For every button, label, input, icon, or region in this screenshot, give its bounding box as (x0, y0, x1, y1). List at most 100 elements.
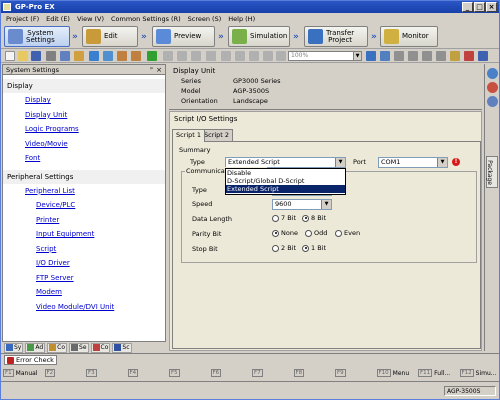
preview-button[interactable]: Preview (152, 26, 215, 47)
help-icon[interactable] (478, 51, 488, 61)
tab-common-settings[interactable]: Co (47, 342, 68, 353)
radio-2-bit[interactable]: 2 Bit (272, 244, 296, 252)
radio-even[interactable]: Even (335, 229, 360, 237)
link-peripheral-list[interactable]: Peripheral List (3, 184, 165, 199)
parts-icon[interactable] (487, 96, 498, 107)
simulation-button[interactable]: Simulation (228, 26, 290, 47)
tab-search[interactable]: Se (69, 342, 89, 353)
screen-list-icon[interactable] (366, 51, 376, 61)
fkey-f1[interactable]: F1 Manual (1, 369, 43, 377)
paste-disabled-icon (191, 51, 201, 61)
minimize-button[interactable]: _ (462, 2, 473, 12)
menu-help[interactable]: Help (H) (228, 15, 255, 23)
tab-address[interactable]: Ad (25, 342, 46, 353)
radio-circle (272, 229, 279, 237)
radio-8-bit[interactable]: 8 Bit (302, 214, 326, 222)
menu-view[interactable]: View (V) (77, 15, 104, 23)
delete-disabled-icon (206, 51, 216, 61)
system-settings-button[interactable]: System Settings (4, 26, 70, 47)
close-button[interactable]: × (486, 2, 497, 12)
address-icon[interactable] (436, 51, 446, 61)
link-modem[interactable]: Modem (3, 285, 165, 300)
snap-icon[interactable] (408, 51, 418, 61)
speed-value: 9600 (275, 200, 292, 208)
label-icon[interactable] (450, 51, 460, 61)
fkey-label: Menu (392, 369, 410, 377)
speed-select[interactable]: 9600 ▼ (272, 199, 332, 210)
radio-label: Even (344, 229, 361, 237)
port-label: Port (353, 158, 366, 166)
redo-icon[interactable] (131, 51, 141, 61)
preview-icon (156, 29, 171, 44)
check-icon[interactable] (147, 51, 157, 61)
main-area: Display Unit Series GP3000 Series Model … (169, 64, 482, 351)
radio-label: 1 Bit (311, 244, 327, 252)
tab-cross-reference[interactable]: Co (90, 342, 111, 353)
cut-icon[interactable] (89, 51, 99, 61)
undo-icon[interactable] (117, 51, 127, 61)
link-io-driver[interactable]: I/O Driver (3, 256, 165, 271)
new-icon[interactable] (5, 51, 15, 61)
workflow-label: Preview (174, 32, 202, 40)
tab-system-settings[interactable]: Sy (4, 342, 24, 353)
fkey-f11[interactable]: F11 Full... (416, 369, 458, 377)
menu-edit[interactable]: Edit (E) (46, 15, 70, 23)
grid-icon[interactable] (394, 51, 404, 61)
fkey-f12[interactable]: F12 Simu... (458, 369, 500, 377)
comm-type-label: Type (192, 186, 207, 194)
mirror-disabled-icon (235, 51, 245, 61)
copy-icon[interactable] (60, 51, 70, 61)
link-display-unit[interactable]: Display Unit (3, 108, 165, 123)
pin-icon[interactable]: ᵖ (150, 65, 153, 75)
radio-label: 7 Bit (281, 214, 297, 222)
heart-icon[interactable] (487, 82, 498, 93)
text-icon[interactable] (422, 51, 432, 61)
link-video-movie[interactable]: Video/Movie (3, 137, 165, 152)
package-tab[interactable]: Package (486, 156, 498, 188)
port-select[interactable]: COM1 ▼ (378, 157, 448, 168)
menu-common-settings[interactable]: Common Settings (R) (111, 15, 181, 23)
layer-icon[interactable] (380, 51, 390, 61)
radio-circle (272, 244, 279, 252)
print-icon[interactable] (46, 51, 56, 61)
zoom-select[interactable]: 100% ▼ (288, 51, 362, 61)
globe-icon[interactable] (487, 68, 498, 79)
fkey-f10[interactable]: F10 Menu (375, 369, 417, 377)
tab-script-1[interactable]: Script 1 (172, 129, 206, 142)
error-check-tab[interactable]: Error Check (4, 355, 57, 365)
link-ftp-server[interactable]: FTP Server (3, 271, 165, 286)
link-video-module[interactable]: Video Module/DVI Unit (3, 300, 165, 315)
tab-screen-list[interactable]: Sc (112, 342, 132, 353)
link-script[interactable]: Script (3, 242, 165, 257)
link-printer[interactable]: Printer (3, 213, 165, 228)
type-option-extended-script[interactable]: Extended Script (226, 185, 345, 193)
link-font[interactable]: Font (3, 151, 165, 166)
address-tab-icon (27, 344, 35, 351)
link-device-plc[interactable]: Device/PLC (3, 198, 165, 213)
paste-icon[interactable] (74, 51, 84, 61)
link-logic-programs[interactable]: Logic Programs (3, 122, 165, 137)
edit-button[interactable]: Edit (82, 26, 138, 47)
link-input-equipment[interactable]: Input Equipment (3, 227, 165, 242)
link-display[interactable]: Display (3, 93, 165, 108)
tab-label: Co (57, 344, 66, 351)
radio-none[interactable]: None (272, 229, 298, 237)
open-icon[interactable] (18, 51, 28, 61)
close-icon[interactable]: × (156, 65, 162, 75)
monitor-button[interactable]: Monitor (380, 26, 438, 47)
menu-project[interactable]: Project (F) (6, 15, 39, 23)
save-icon[interactable] (31, 51, 41, 61)
radio-1-bit[interactable]: 1 Bit (302, 244, 326, 252)
menu-screen[interactable]: Screen (S) (188, 15, 222, 23)
transfer-project-button[interactable]: Transfer Project (304, 26, 368, 47)
type-option-disable[interactable]: Disable (226, 169, 345, 177)
find-icon[interactable] (103, 51, 113, 61)
maximize-button[interactable]: □ (474, 2, 485, 12)
radio-label: 8 Bit (311, 214, 327, 222)
error-icon[interactable] (464, 51, 474, 61)
radio-odd[interactable]: Odd (305, 229, 327, 237)
radio-7-bit[interactable]: 7 Bit (272, 214, 296, 222)
type-option-d-script[interactable]: D-Script/Global D-Script (226, 177, 345, 185)
fkey-number: F2 (44, 369, 56, 377)
radio-circle (335, 229, 342, 237)
